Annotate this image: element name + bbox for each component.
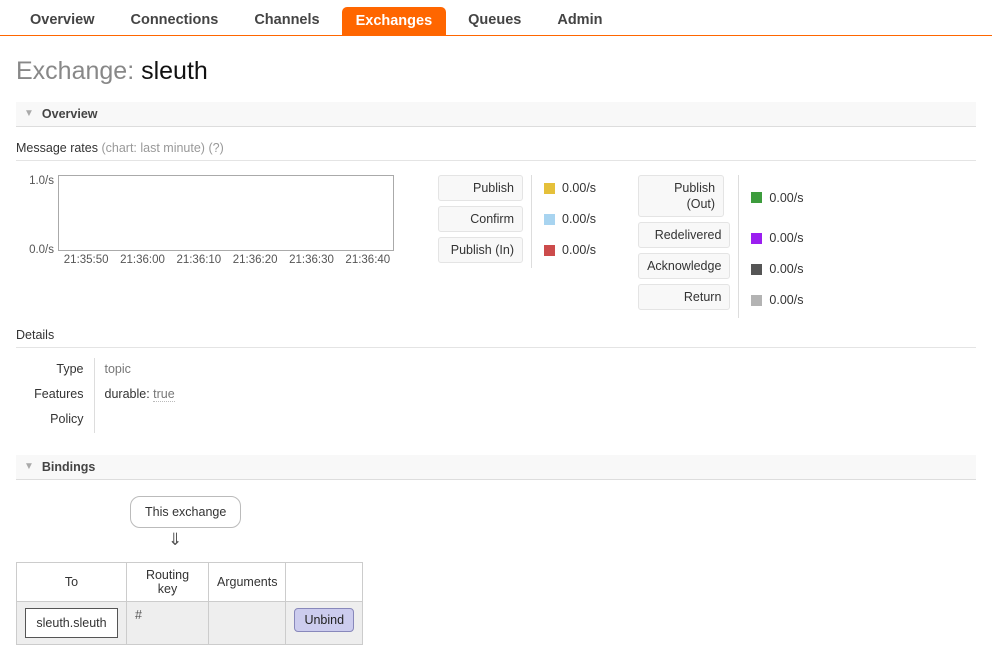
section-header-overview-label: Overview — [41, 107, 98, 121]
chart-plot-area — [58, 175, 394, 251]
binding-to-cell: sleuth.sleuth — [16, 601, 127, 645]
page-title-exchange-name: sleuth — [141, 57, 208, 85]
feature-key-durable: durable: — [104, 387, 150, 401]
main-navigation: Overview Connections Channels Exchanges … — [0, 0, 992, 36]
binding-action-cell: Unbind — [285, 601, 364, 645]
rates-group-left: Publish Confirm Publish (In) 0.00/s 0.00… — [438, 175, 596, 268]
legend-swatch-return — [751, 294, 763, 306]
help-icon[interactable]: (?) — [208, 141, 223, 155]
chart-y-axis: 1.0/s 0.0/s — [16, 175, 58, 256]
rates-group-right: Publish (Out) Redelivered Acknowledge Re… — [638, 175, 803, 318]
message-rates-note: (chart: last minute) — [101, 141, 205, 155]
rate-value-publish-in: 0.00/s — [544, 237, 596, 263]
rate-button-publish-out[interactable]: Publish (Out) — [638, 175, 725, 217]
bindings-column-routing-key: Routing key — [126, 562, 209, 602]
rate-value-acknowledge-text: 0.00/s — [769, 262, 804, 276]
rate-value-publish-out-text: 0.00/s — [769, 190, 804, 205]
chart-y-min-label: 0.0/s — [29, 244, 54, 256]
details-value-type: topic — [104, 362, 131, 376]
section-header-bindings[interactable]: ▼ Bindings — [16, 455, 976, 480]
nav-tab-queues[interactable]: Queues — [454, 6, 535, 35]
nav-tab-channels[interactable]: Channels — [240, 6, 333, 35]
feature-value-durable: true — [153, 387, 175, 402]
message-rates-label: Message rates — [16, 141, 98, 155]
details-heading: Details — [16, 328, 976, 348]
rate-value-confirm: 0.00/s — [544, 206, 596, 232]
rate-value-redelivered: 0.00/s — [751, 225, 803, 251]
chart-x-tick: 21:36:30 — [289, 254, 334, 266]
rate-button-acknowledge[interactable]: Acknowledge — [638, 253, 731, 279]
nav-tab-connections[interactable]: Connections — [117, 6, 233, 35]
rate-value-publish: 0.00/s — [544, 175, 596, 201]
this-exchange-node: This exchange — [130, 496, 242, 528]
binding-destination-link[interactable]: sleuth.sleuth — [25, 608, 118, 638]
legend-swatch-confirm — [544, 213, 555, 225]
nav-tab-exchanges[interactable]: Exchanges — [341, 7, 447, 36]
chevron-down-icon: ▼ — [24, 461, 34, 472]
legend-swatch-publish — [544, 182, 555, 194]
details-row-type: Type topic — [16, 358, 175, 383]
nav-tab-admin[interactable]: Admin — [543, 6, 616, 35]
legend-swatch-publish-in — [544, 244, 555, 256]
nav-tab-overview[interactable]: Overview — [16, 6, 109, 35]
page-title: Exchange: sleuth — [16, 56, 992, 86]
section-header-overview[interactable]: ▼ Overview — [16, 102, 976, 127]
binding-arguments-cell — [207, 601, 287, 645]
chevron-down-icon: ▼ — [24, 108, 34, 119]
rate-button-publish-in[interactable]: Publish (In) — [438, 237, 523, 263]
chart-y-max-label: 1.0/s — [29, 175, 54, 187]
legend-swatch-redelivered — [751, 232, 763, 244]
rate-value-publish-in-text: 0.00/s — [562, 243, 597, 257]
rate-button-confirm[interactable]: Confirm — [438, 206, 523, 232]
chart-x-tick: 21:36:40 — [345, 254, 391, 266]
rate-button-publish[interactable]: Publish — [438, 175, 523, 201]
details-label-policy: Policy — [16, 408, 95, 433]
bindings-column-actions — [285, 562, 364, 602]
section-header-bindings-label: Bindings — [41, 460, 96, 474]
chart-x-tick: 21:36:00 — [120, 254, 165, 266]
bindings-column-to: To — [16, 562, 127, 602]
chart-x-axis: 21:35:50 21:36:00 21:36:10 21:36:20 21:3… — [58, 251, 396, 266]
legend-swatch-acknowledge — [751, 263, 763, 275]
table-row: sleuth.sleuth # Unbind — [16, 601, 364, 645]
details-value-policy — [94, 408, 175, 433]
chart-x-tick: 21:36:10 — [176, 254, 222, 266]
unbind-button[interactable]: Unbind — [294, 608, 355, 632]
bindings-table: To Routing key Arguments sleuth.sleuth #… — [16, 562, 364, 645]
details-value-features: durable: true — [94, 383, 175, 408]
rate-button-redelivered[interactable]: Redelivered — [638, 222, 731, 248]
binding-routing-key-cell: # — [126, 601, 209, 645]
bindings-diagram: This exchange ⇓ — [0, 496, 992, 550]
rate-value-publish-text: 0.00/s — [562, 181, 597, 195]
bindings-column-arguments: Arguments — [207, 562, 287, 602]
chart-x-tick: 21:36:20 — [232, 254, 278, 266]
message-rates-region: 1.0/s 0.0/s 21:35:50 21:36:00 21:36:10 2… — [16, 175, 992, 318]
details-label-features: Features — [16, 383, 95, 408]
message-rates-heading: Message rates (chart: last minute) (?) — [16, 141, 976, 161]
rate-value-acknowledge: 0.00/s — [751, 256, 803, 282]
rate-value-publish-out: 0.00/s — [751, 175, 803, 220]
message-rates-chart: 1.0/s 0.0/s 21:35:50 21:36:00 21:36:10 2… — [16, 175, 396, 266]
legend-swatch-publish-out — [751, 192, 763, 203]
rate-button-return[interactable]: Return — [638, 284, 731, 310]
chart-x-tick: 21:35:50 — [63, 254, 109, 266]
details-row-features: Features durable: true — [16, 383, 175, 408]
bindings-header-row: To Routing key Arguments — [16, 562, 364, 602]
rate-value-return-text: 0.00/s — [769, 293, 804, 307]
details-heading-label: Details — [16, 328, 55, 342]
rate-value-confirm-text: 0.00/s — [562, 212, 597, 226]
rate-value-redelivered-text: 0.00/s — [769, 231, 804, 245]
details-label-type: Type — [16, 358, 95, 383]
rate-value-return: 0.00/s — [751, 287, 803, 313]
page-title-prefix: Exchange: — [16, 57, 135, 85]
details-row-policy: Policy — [16, 408, 175, 433]
details-table: Type topic Features durable: true Policy — [16, 358, 175, 433]
arrow-down-icon: ⇓ — [168, 530, 183, 549]
